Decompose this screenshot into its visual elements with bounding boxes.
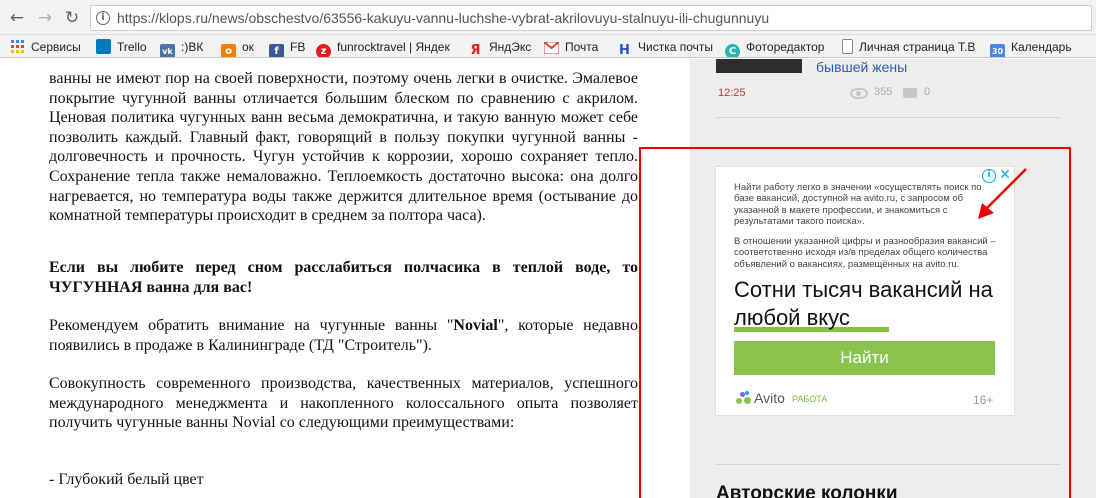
bookmark-ok[interactable]: о ок [221, 39, 254, 57]
annotation-arrow-icon [978, 168, 1027, 219]
trello-icon [96, 39, 111, 54]
page-icon [842, 39, 853, 54]
bookmark-label: Trello [117, 40, 147, 54]
bookmark-label: funrocktravel | Яндек [337, 40, 450, 54]
bookmark-funrocktravel[interactable]: z funrocktravel | Яндек [316, 39, 450, 57]
bookmark-label: Почта [565, 40, 599, 54]
bookmark-label: Личная страница Т.В [859, 40, 976, 54]
article-bold-paragraph: Если вы любите перед сном расслабиться п… [49, 259, 638, 296]
views-count: 355 [874, 86, 893, 98]
comment-icon [903, 88, 917, 98]
article-paragraph: Совокупность современного производства, … [49, 375, 638, 432]
novial-text-before: Рекомендуем обратить внимание на чугунны… [49, 317, 454, 334]
bookmark-vk[interactable]: vk :)ВК [160, 39, 204, 57]
funrock-icon: z [316, 44, 331, 57]
bookmark-services[interactable]: Сервисы [10, 39, 81, 55]
list-item: - Глубокий белый цвет [49, 471, 204, 488]
bookmark-label: :)ВК [181, 40, 204, 54]
calendar-icon: 30 [990, 44, 1005, 57]
bookmark-yandex[interactable]: Я ЯндЭкс [468, 39, 532, 58]
bookmark-label: ЯндЭкс [489, 40, 532, 54]
bookmark-label: FB [290, 40, 306, 54]
divider [716, 117, 1061, 118]
news-thumbnail[interactable] [716, 59, 802, 73]
reload-icon[interactable]: ↻ [61, 7, 83, 29]
vk-icon: vk [160, 44, 175, 57]
article-paragraph-novial: Рекомендуем обратить внимание на чугунны… [49, 316, 638, 355]
bookmark-label: Чистка почты [638, 40, 713, 54]
comments-count: 0 [924, 86, 931, 98]
photo-editor-icon: C [725, 44, 740, 57]
bookmark-mail[interactable]: Почта [543, 39, 599, 57]
bookmark-fb[interactable]: f FB [269, 39, 306, 57]
bookmarks-bar: Сервисы Trello vk :)ВК о ок f FB z funrocktr… [0, 35, 1096, 58]
page-content: ванны не имеют пор на своей поверхности,… [0, 59, 1096, 498]
yandex-icon: Я [470, 43, 481, 58]
back-icon[interactable]: ← [6, 7, 28, 29]
news-time: 12:25 [718, 87, 746, 99]
bookmark-photo-editor[interactable]: C Фоторедактор [725, 39, 825, 57]
bookmark-label: Календарь [1011, 40, 1072, 54]
bookmark-trello[interactable]: Trello [96, 39, 147, 55]
novial-brand: Novial [453, 317, 498, 334]
bookmark-personal-page[interactable]: Личная страница Т.В [842, 39, 975, 55]
forward-icon[interactable]: → [34, 7, 56, 29]
cleanup-icon: H [619, 43, 630, 58]
news-title-link[interactable]: бывшей жены [816, 59, 907, 75]
address-bar[interactable]: i https://klops.ru/news/obschestvo/63556… [90, 5, 1092, 31]
article-paragraph: ванны не имеют пор на своей поверхности,… [49, 70, 638, 225]
bookmark-cleanup[interactable]: H Чистка почты [617, 39, 713, 58]
bookmark-label: Сервисы [31, 40, 81, 54]
mail-icon [543, 41, 560, 57]
bookmark-label: Фоторедактор [746, 40, 825, 54]
bookmark-label: ок [242, 40, 254, 54]
browser-toolbar: ← → ↻ i https://klops.ru/news/obschestvo… [0, 0, 1096, 35]
facebook-icon: f [269, 44, 284, 57]
apps-grid-icon [10, 40, 25, 55]
bookmark-calendar[interactable]: 30 Календарь [990, 39, 1072, 57]
url-text[interactable]: https://klops.ru/news/obschestvo/63556-k… [117, 10, 769, 26]
odnoklassniki-icon: о [221, 44, 236, 57]
site-info-icon[interactable]: i [96, 11, 110, 25]
views-eye-icon [850, 88, 868, 99]
